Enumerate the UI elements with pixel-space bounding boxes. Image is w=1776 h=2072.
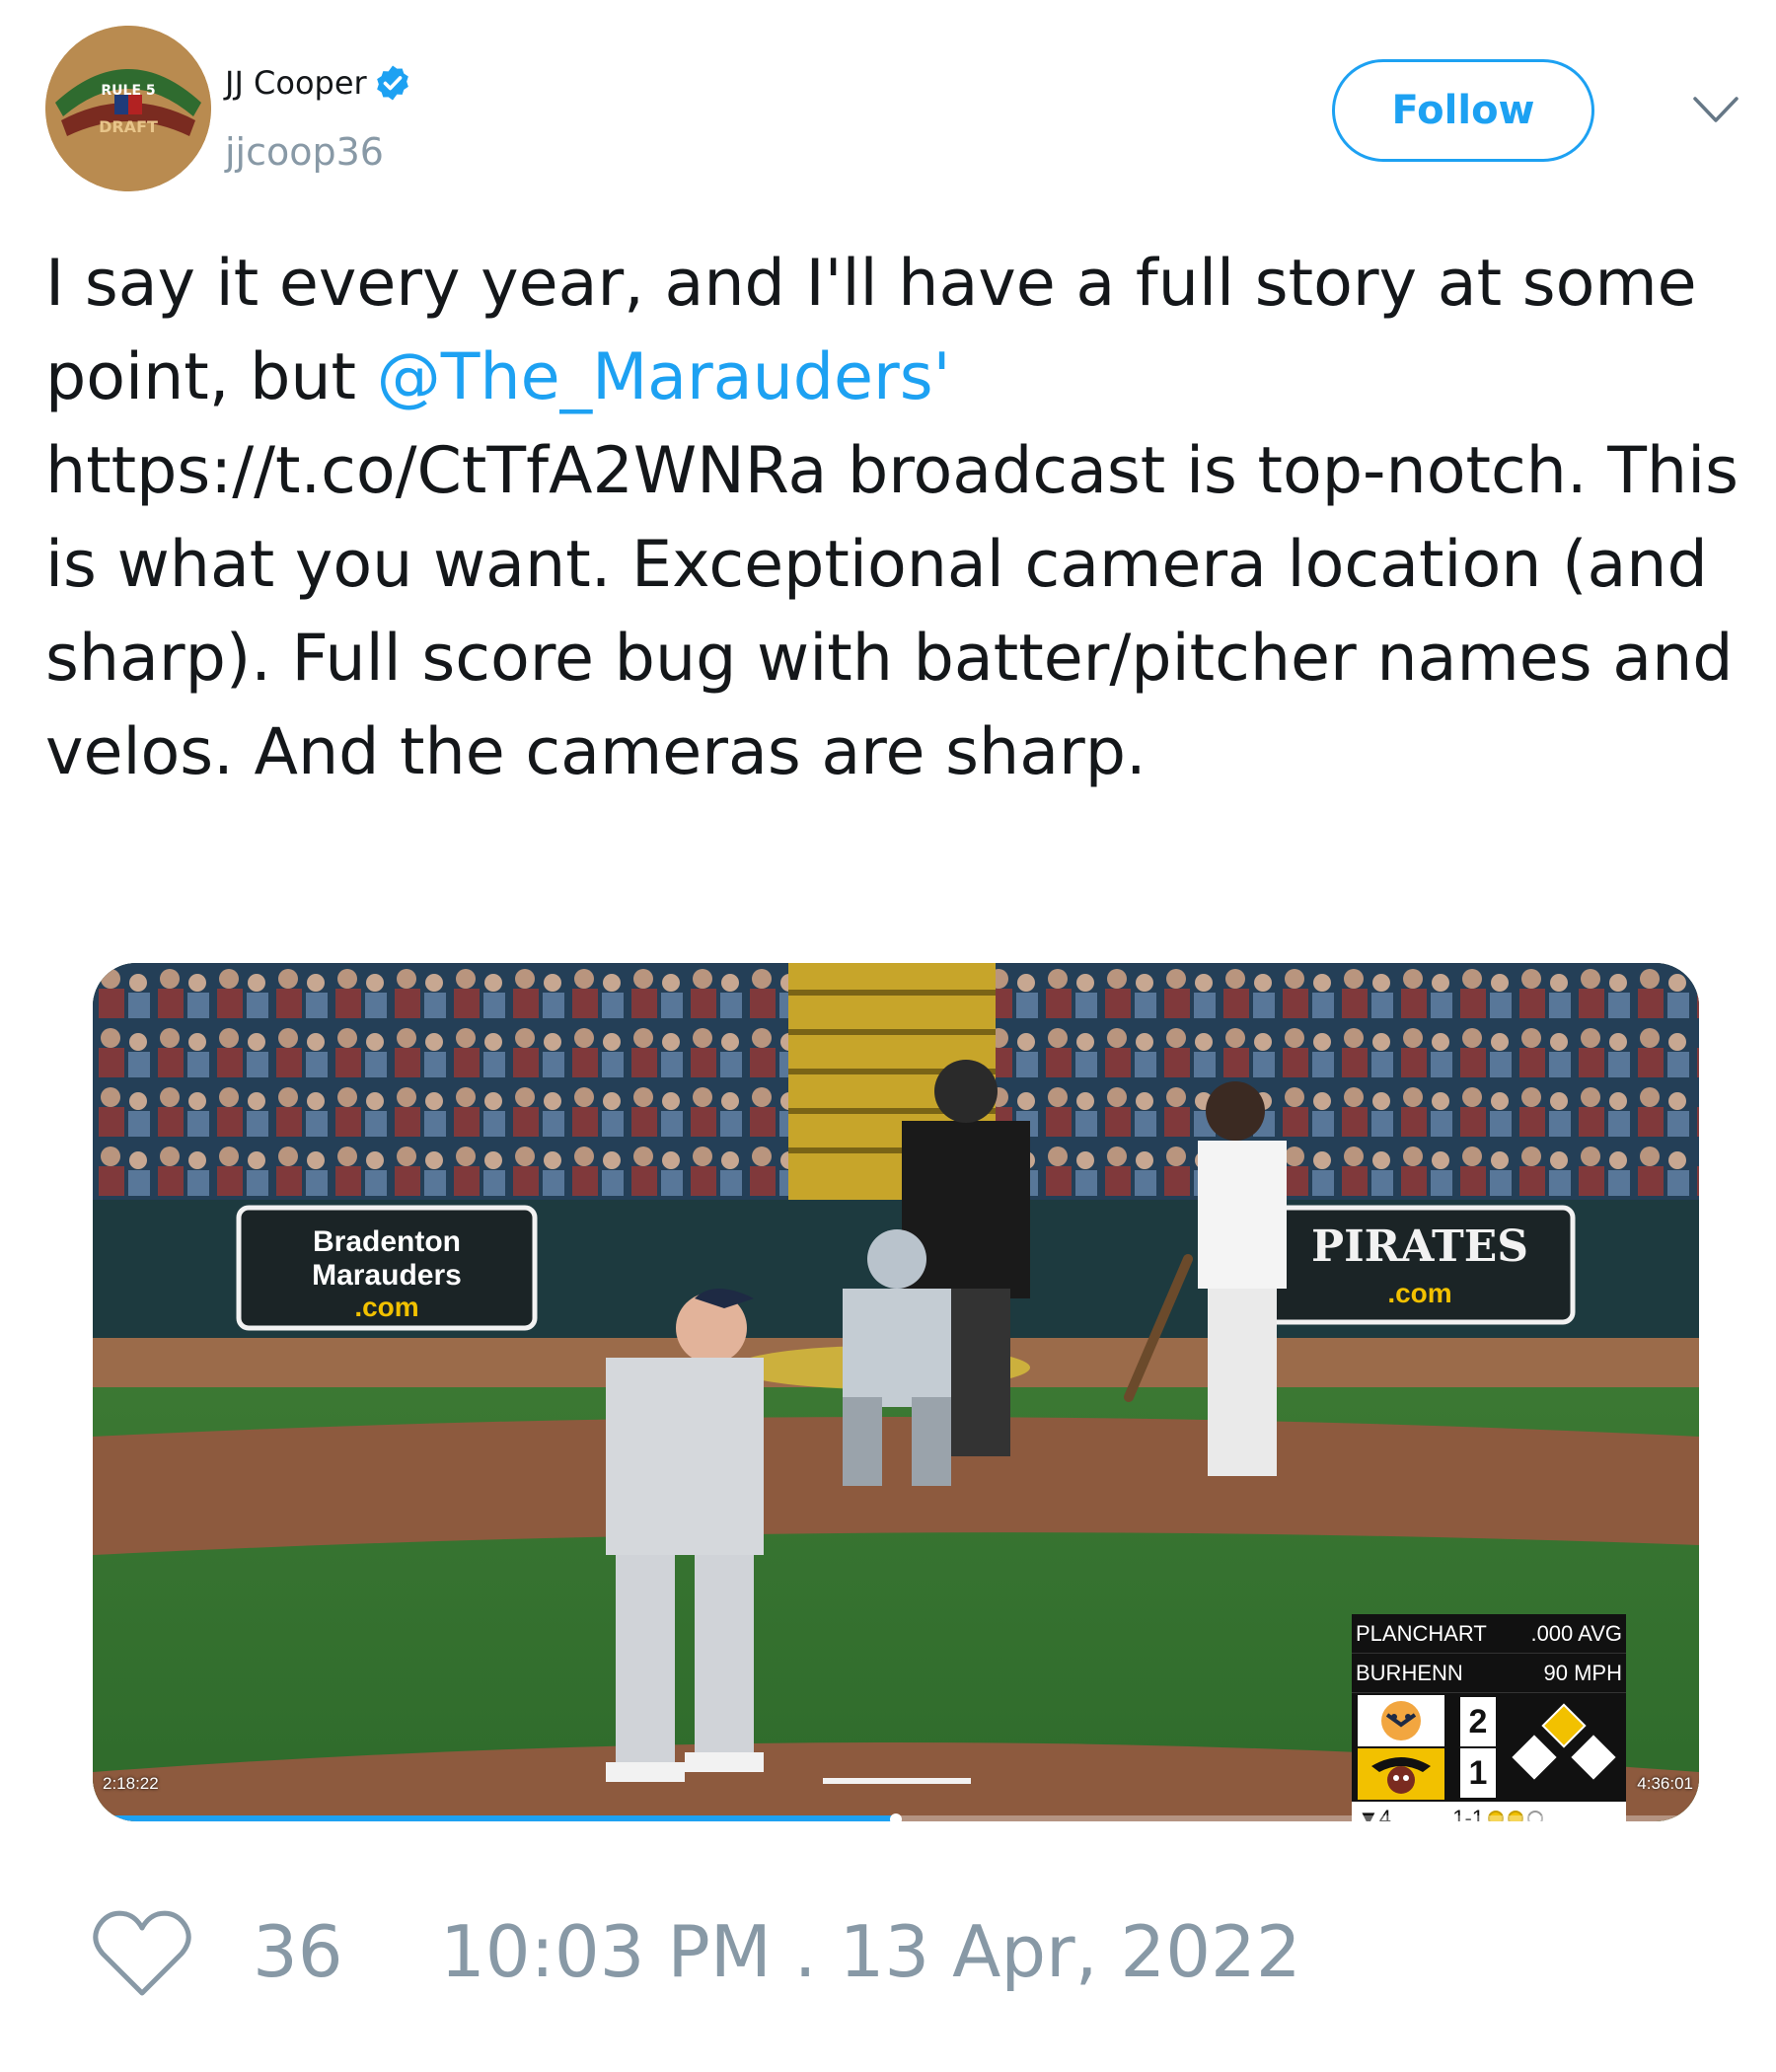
avatar-logo: RULE 5 DRAFT [45,26,211,191]
time-total: 4:36:01 [1637,1774,1693,1793]
chevron-down-icon[interactable] [1691,91,1740,130]
score-panel: 2 1 [1352,1693,1626,1802]
mention-link[interactable]: @The_Marauders' [377,340,951,414]
time-elapsed: 2:18:22 [103,1774,159,1793]
video-player[interactable]: Bradenton Marauders .com PIRATES .com 2:… [93,963,1699,1821]
sign-left-line3: .com [354,1292,418,1322]
avatar[interactable]: RULE 5 DRAFT [45,26,211,191]
like-count: 36 [253,1910,343,1993]
heart-icon[interactable] [91,1908,193,1999]
sign-right-line2: .com [1387,1278,1451,1308]
batter-name: PLANCHART [1356,1620,1487,1646]
avatar-text-bottom: DRAFT [99,117,158,136]
follow-button[interactable]: Follow [1332,59,1594,162]
pitcher-stat: 90 MPH [1543,1660,1622,1685]
home-score: 1 [1460,1748,1496,1798]
tweet-text: I say it every year, and I'll have a ful… [45,237,1752,799]
sign-left-line2: Marauders [312,1259,462,1292]
tweet-timestamp[interactable]: 10:03 PM . 13 Apr, 2022 [440,1910,1301,1993]
batter-row: PLANCHART .000 AVG [1352,1614,1626,1654]
pitcher-row: BURHENN 90 MPH [1352,1654,1626,1693]
sign-left-line1: Bradenton [313,1225,461,1258]
bases-diamond-icon [1512,1703,1616,1780]
sign-right-line1: PIRATES [1311,1221,1528,1272]
pitcher-name: BURHENN [1356,1660,1463,1685]
user-handle[interactable]: jjcoop36 [225,130,384,174]
display-name[interactable]: JJ Cooper [225,64,367,102]
away-team-logo-icon [1358,1695,1444,1746]
tweet-text-after: https://t.co/CtTfA2WNRa broadcast is top… [45,434,1739,789]
name-row: JJ Cooper [225,63,412,103]
progress-scrubber[interactable] [890,1813,902,1821]
avatar-text-top: RULE 5 [101,83,155,99]
home-team-logo-icon [1358,1748,1444,1800]
away-score: 2 [1460,1697,1496,1746]
score-bug: PLANCHART .000 AVG BURHENN 90 MPH 2 1 ▼4… [1352,1614,1626,1821]
tweet-card: RULE 5 DRAFT JJ Cooper jjcoop36 Follow I… [0,0,1776,2072]
progress-fill [93,1815,896,1821]
verified-badge-icon [376,65,408,101]
batter-stat: .000 AVG [1530,1620,1622,1646]
